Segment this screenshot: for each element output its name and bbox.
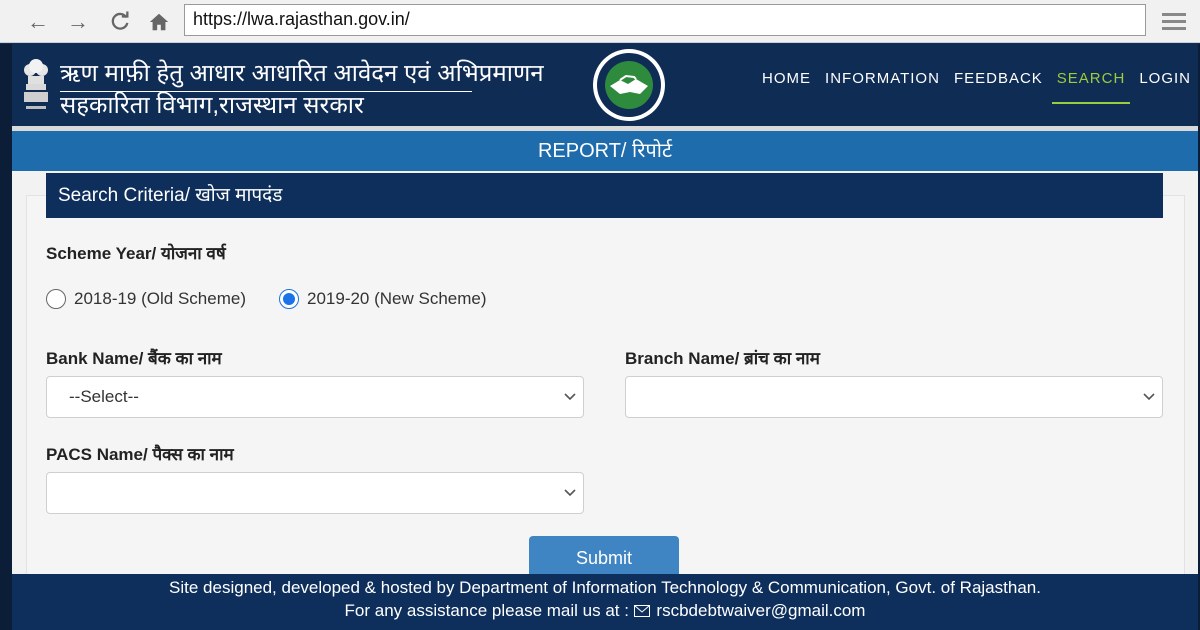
page-title: REPORT/ रिपोर्ट (12, 131, 1198, 171)
reload-icon[interactable] (106, 8, 134, 36)
footer-email-link[interactable]: rscbdebtwaiver@gmail.com (656, 601, 865, 620)
main-nav: HOME INFORMATION FEEDBACK SEARCH LOGIN (755, 70, 1198, 104)
nav-information[interactable]: INFORMATION (818, 70, 947, 87)
page: ऋण माफ़ी हेतु आधार आधारित आवेदन एवं अभिप… (12, 44, 1198, 630)
radio-old-scheme-label: 2018-19 (Old Scheme) (74, 289, 246, 308)
bank-name-label: Bank Name/ बैंक का नाम (46, 349, 222, 368)
branch-select[interactable] (625, 376, 1163, 418)
site-title-hindi: ऋण माफ़ी हेतु आधार आधारित आवेदन एवं अभिप… (60, 56, 544, 92)
radio-circle-old[interactable] (46, 289, 66, 309)
pacs-name-label: PACS Name/ पैक्स का नाम (46, 445, 234, 464)
nav-feedback[interactable]: FEEDBACK (947, 70, 1050, 87)
footer-contact: For any assistance please mail us at : r… (12, 601, 1198, 621)
handshake-logo-icon (590, 46, 668, 124)
home-icon[interactable] (145, 8, 173, 36)
bank-select-value: --Select-- (69, 387, 139, 406)
window-edge (0, 44, 12, 630)
radio-circle-new[interactable] (279, 289, 299, 309)
chevron-down-icon (564, 393, 576, 401)
nav-login[interactable]: LOGIN (1132, 70, 1198, 87)
radio-new-scheme[interactable]: 2019-20 (New Scheme) (279, 289, 487, 309)
state-emblem-icon (20, 54, 52, 116)
browser-menu-icon[interactable] (1162, 9, 1186, 33)
bank-select[interactable]: --Select-- (46, 376, 584, 418)
browser-toolbar: ← → https://lwa.rajasthan.gov.in/ (0, 0, 1200, 43)
branch-name-label: Branch Name/ ब्रांच का नाम (625, 349, 820, 368)
site-footer: Site designed, developed & hosted by Dep… (12, 574, 1198, 630)
chevron-down-icon (1143, 393, 1155, 401)
pacs-select[interactable] (46, 472, 584, 514)
chevron-down-icon (564, 489, 576, 497)
card-header: Search Criteria/ खोज मापदंड (46, 173, 1163, 218)
footer-credits: Site designed, developed & hosted by Dep… (169, 578, 1041, 597)
nav-search[interactable]: SEARCH (1050, 70, 1133, 104)
envelope-icon (633, 605, 650, 617)
nav-home[interactable]: HOME (755, 70, 818, 87)
scheme-year-label: Scheme Year/ योजना वर्ष (46, 244, 226, 263)
site-header: ऋण माफ़ी हेतु आधार आधारित आवेदन एवं अभिप… (12, 44, 1198, 126)
radio-new-scheme-label: 2019-20 (New Scheme) (307, 289, 487, 308)
address-bar[interactable]: https://lwa.rajasthan.gov.in/ (184, 4, 1146, 36)
radio-old-scheme[interactable]: 2018-19 (Old Scheme) (46, 289, 246, 309)
site-subtitle-hindi: सहकारिता विभाग,राजस्थान सरकार (60, 92, 364, 119)
back-icon[interactable]: ← (24, 8, 52, 36)
forward-icon[interactable]: → (64, 8, 92, 36)
footer-contact-prefix: For any assistance please mail us at : (344, 601, 629, 620)
